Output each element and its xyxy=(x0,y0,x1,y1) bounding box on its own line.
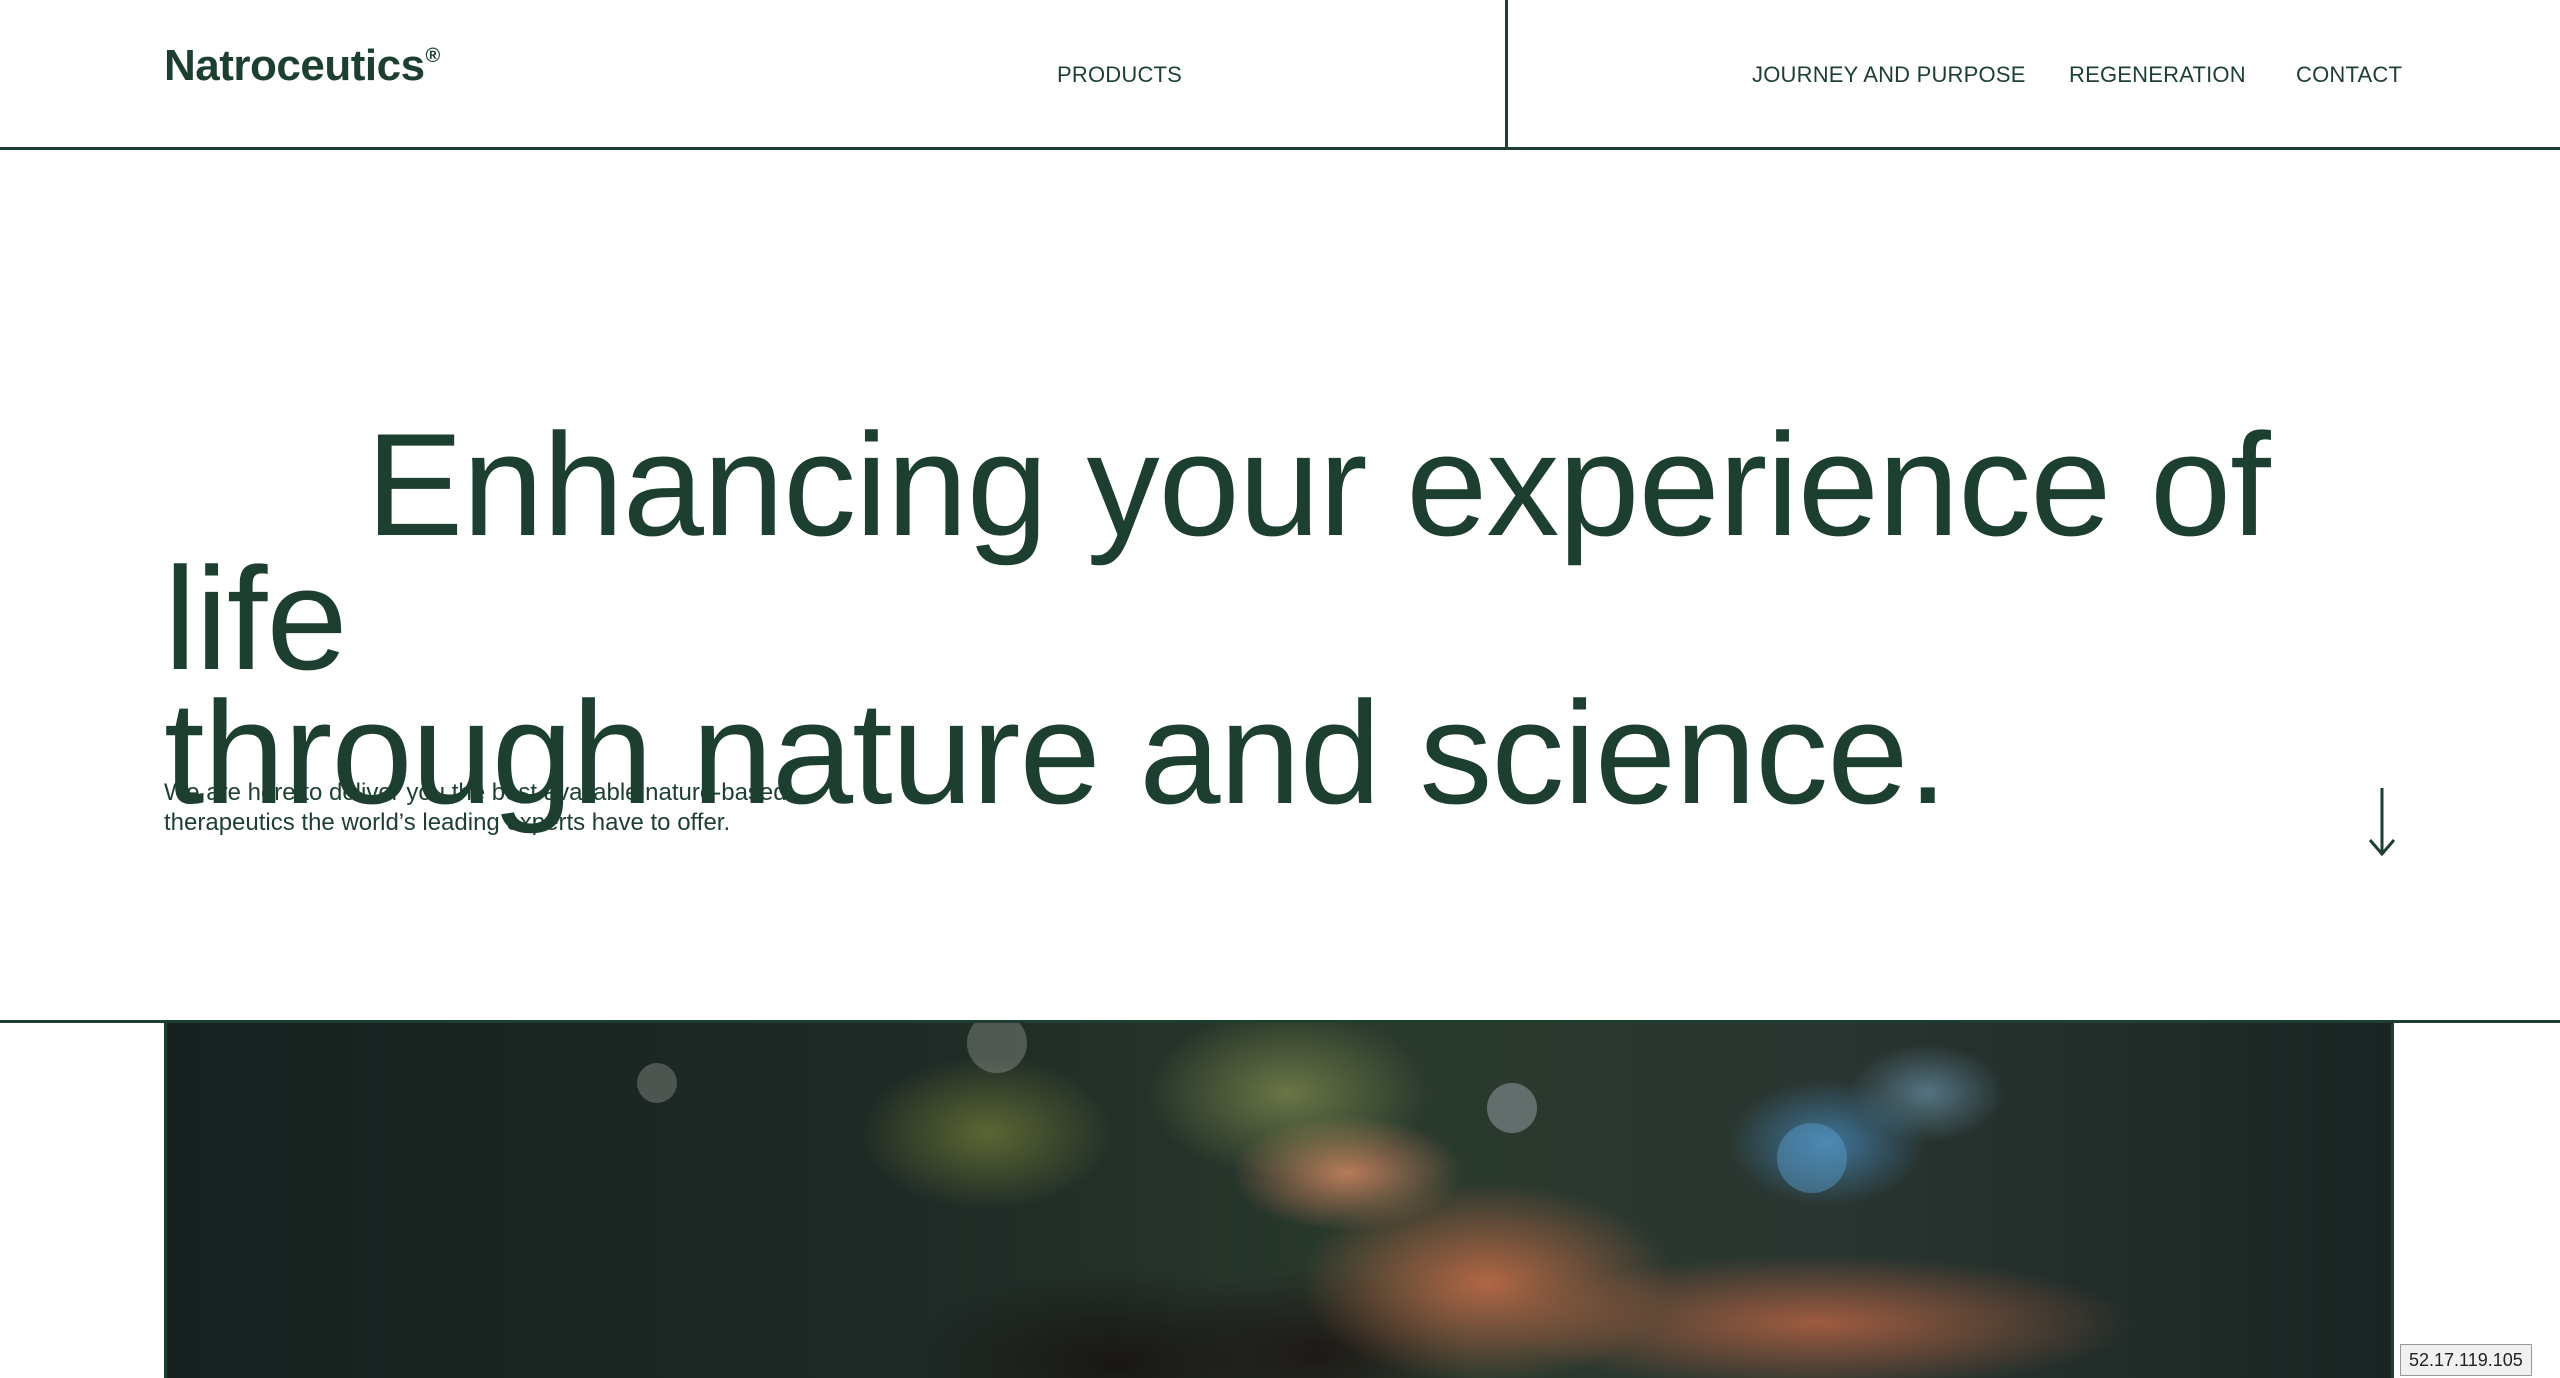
nav-products[interactable]: PRODUCTS xyxy=(1057,64,1182,86)
nav-regeneration[interactable]: REGENERATION xyxy=(2069,64,2246,86)
brand-logo[interactable]: Natroceutics® xyxy=(164,44,440,88)
bokeh-light xyxy=(967,1023,1027,1073)
logo-text: Natroceutics xyxy=(164,41,425,90)
hero-title-line-1: Enhancing your experience of life xyxy=(164,403,2271,700)
hero-subtitle-line-2: therapeutics the world’s leading experts… xyxy=(164,809,731,836)
site-header: Natroceutics® PRODUCTS JOURNEY AND PURPO… xyxy=(0,0,2560,150)
registered-mark: ® xyxy=(425,45,441,67)
bokeh-light xyxy=(1777,1123,1847,1193)
bokeh-light xyxy=(637,1063,677,1103)
bokeh-light xyxy=(1487,1083,1537,1133)
hero-subtitle-line-1: We are here to deliver you the best avai… xyxy=(164,779,787,806)
header-divider xyxy=(1505,0,1508,150)
hero-title: Enhancing your experience of life throug… xyxy=(164,412,2464,826)
nav-journey-and-purpose[interactable]: JOURNEY AND PURPOSE xyxy=(1752,64,2026,86)
hero-video[interactable] xyxy=(164,1023,2394,1378)
arrow-down-icon[interactable] xyxy=(2364,786,2400,858)
ip-address-badge: 52.17.119.105 xyxy=(2400,1344,2532,1376)
nav-contact[interactable]: CONTACT xyxy=(2296,64,2402,86)
hero-subtitle: We are here to deliver you the best avai… xyxy=(164,778,824,838)
